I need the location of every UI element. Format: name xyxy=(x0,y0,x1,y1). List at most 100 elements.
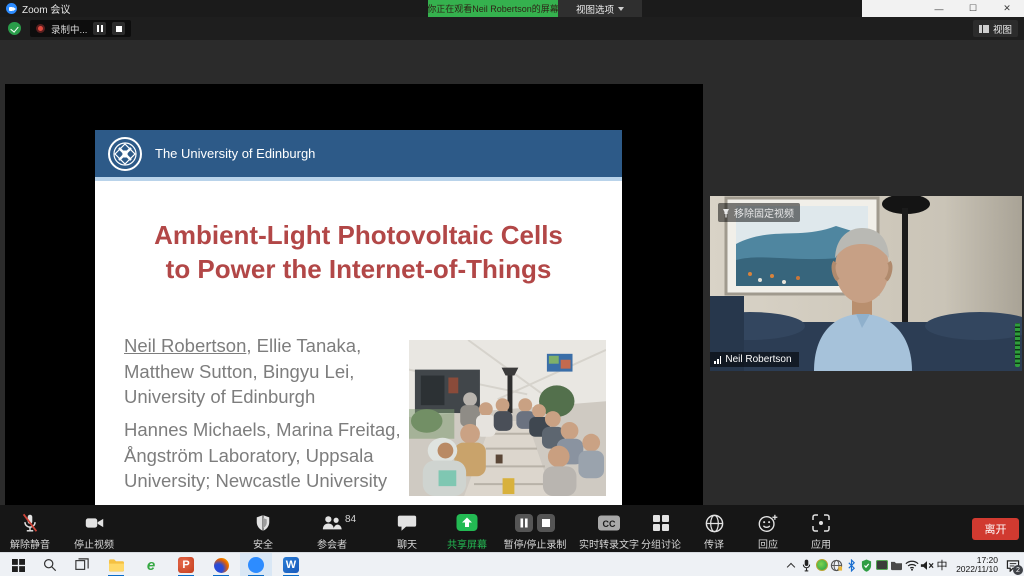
zoom-taskbar-icon xyxy=(248,557,264,573)
window-controls: — ☐ ✕ xyxy=(922,0,1024,17)
app-title: Zoom 会议 xyxy=(22,1,70,16)
taskbar-powerpoint[interactable]: P xyxy=(170,553,202,576)
author2-line2: Ångström Laboratory, Uppsala xyxy=(124,443,401,469)
pause-stop-icons xyxy=(514,513,556,533)
breakout-grid-icon xyxy=(651,513,671,533)
title-bar: Zoom 会议 你正在观看Neil Robertson的屏幕 视图选项 — ☐ … xyxy=(0,0,1024,17)
stop-video-button[interactable]: 停止视频 xyxy=(49,512,139,551)
slide-title: Ambient-Light Photovoltaic Cells to Powe… xyxy=(95,218,622,286)
word-icon: W xyxy=(283,557,299,573)
chat-icon xyxy=(396,512,418,534)
taskbar-search-button[interactable] xyxy=(34,553,66,576)
zoom-app-icon xyxy=(6,3,17,14)
tray-volume-muted-icon[interactable] xyxy=(919,553,934,576)
globe-icon xyxy=(704,513,725,534)
tray-gpu-icon[interactable] xyxy=(874,553,889,576)
university-crest-icon xyxy=(107,136,143,172)
chevron-up-icon xyxy=(788,562,795,569)
stop-video-label: 停止视频 xyxy=(49,536,139,551)
audio-signal-icon xyxy=(714,356,721,364)
ime-indicator[interactable]: 中 xyxy=(934,557,950,573)
author2-line1: Hannes Michaels, Marina Freitag, xyxy=(124,417,401,443)
presentation-slide: The University of Edinburgh Ambient-Ligh… xyxy=(95,130,622,521)
view-layout-label: 视图 xyxy=(993,22,1012,36)
pin-icon xyxy=(722,208,730,218)
windows-taskbar: e P W xyxy=(0,552,1024,576)
taskbar-file-explorer[interactable] xyxy=(100,553,132,576)
taskbar-word[interactable]: W xyxy=(275,553,307,576)
firefox-icon xyxy=(214,558,229,573)
tray-expand-button[interactable] xyxy=(784,553,799,576)
tray-security-shield-icon[interactable] xyxy=(859,553,874,576)
powerpoint-icon: P xyxy=(178,557,194,573)
chevron-down-icon xyxy=(618,7,624,11)
zoom-control-toolbar: 解除静音 停止视频 安全 84 参会者 聊天 共享屏幕 xyxy=(0,505,1024,552)
view-options-label: 视图选项 xyxy=(576,2,614,16)
apps-label: 应用 xyxy=(776,536,866,551)
view-options-button[interactable]: 视图选项 xyxy=(558,0,642,17)
pause-recording-icon[interactable] xyxy=(93,22,106,35)
apps-icon xyxy=(811,513,831,533)
participants-count: 84 xyxy=(345,514,356,525)
meeting-stage: The University of Edinburgh Ambient-Ligh… xyxy=(0,40,1024,505)
author-line3: University of Edinburgh xyxy=(124,384,361,410)
viewing-screen-banner: 你正在观看Neil Robertson的屏幕 xyxy=(428,0,558,17)
tray-microphone-icon[interactable] xyxy=(799,553,814,576)
participant-video-frame xyxy=(710,196,1022,371)
slide-authors-group2: Hannes Michaels, Marina Freitag, Ångströ… xyxy=(124,417,401,494)
author-name-underlined: Neil Robertson xyxy=(124,335,246,356)
apps-button[interactable]: 应用 xyxy=(776,512,866,551)
system-tray: 中 17:20 2022/11/10 2 xyxy=(784,553,1024,576)
task-view-button[interactable] xyxy=(66,553,98,576)
university-name: The University of Edinburgh xyxy=(155,146,315,161)
search-icon xyxy=(43,558,57,572)
recording-label: 录制中... xyxy=(51,22,87,36)
slide-title-line1: Ambient-Light Photovoltaic Cells xyxy=(95,218,622,252)
stop-recording-icon[interactable] xyxy=(112,22,125,35)
tray-antivirus-icon[interactable] xyxy=(814,553,829,576)
clock-date: 2022/11/10 xyxy=(950,565,998,575)
leave-button[interactable]: 离开 xyxy=(972,518,1019,540)
tray-bluetooth-icon[interactable] xyxy=(844,553,859,576)
file-explorer-icon xyxy=(108,558,125,572)
slide-header-divider xyxy=(95,177,622,181)
layout-grid-icon xyxy=(979,25,989,33)
taskbar-clock[interactable]: 17:20 2022/11/10 xyxy=(950,556,1002,575)
ie-icon: e xyxy=(147,558,155,573)
share-screen-icon xyxy=(455,512,479,534)
participant-name-label: Neil Robertson xyxy=(710,352,799,367)
group-photo xyxy=(409,340,606,496)
slide-title-line2: to Power the Internet-of-Things xyxy=(95,252,622,286)
camera-icon xyxy=(83,512,106,534)
author2-line3: University; Newcastle University xyxy=(124,468,401,494)
participant-name: Neil Robertson xyxy=(725,354,791,365)
taskbar-zoom[interactable] xyxy=(240,553,272,576)
tray-wifi-icon[interactable] xyxy=(904,553,919,576)
view-layout-button[interactable]: 视图 xyxy=(973,20,1018,37)
audio-level-meter xyxy=(1015,323,1020,367)
close-button[interactable]: ✕ xyxy=(990,0,1024,17)
tray-network-globe-icon[interactable] xyxy=(829,553,844,576)
start-button[interactable] xyxy=(2,553,34,576)
recording-dot-icon xyxy=(36,24,45,33)
task-view-icon xyxy=(75,558,89,572)
mic-muted-icon xyxy=(19,512,41,534)
windows-logo-icon xyxy=(12,559,25,572)
maximize-button[interactable]: ☐ xyxy=(956,0,990,17)
minimize-button[interactable]: — xyxy=(922,0,956,17)
tray-app-icon[interactable] xyxy=(889,553,904,576)
taskbar-firefox[interactable] xyxy=(205,553,237,576)
notification-badge: 2 xyxy=(1013,565,1023,575)
shared-screen-region: The University of Edinburgh Ambient-Ligh… xyxy=(5,84,703,505)
slide-header-banner: The University of Edinburgh xyxy=(95,130,622,177)
remove-pin-label: 移除固定视频 xyxy=(734,205,794,220)
taskbar-internet-explorer[interactable]: e xyxy=(135,553,167,576)
encryption-shield-icon[interactable] xyxy=(8,22,21,35)
slide-authors-group1: Neil Robertson, Ellie Tanaka, Matthew Su… xyxy=(124,333,361,410)
remove-pin-button[interactable]: 移除固定视频 xyxy=(718,203,800,222)
action-center-button[interactable]: 2 xyxy=(1002,553,1024,576)
meeting-info-bar: 录制中... 视图 xyxy=(0,17,1024,40)
participant-video-tile: 移除固定视频 Neil Robertson xyxy=(710,196,1022,371)
shield-icon xyxy=(253,512,273,534)
recording-indicator: 录制中... xyxy=(30,20,131,37)
